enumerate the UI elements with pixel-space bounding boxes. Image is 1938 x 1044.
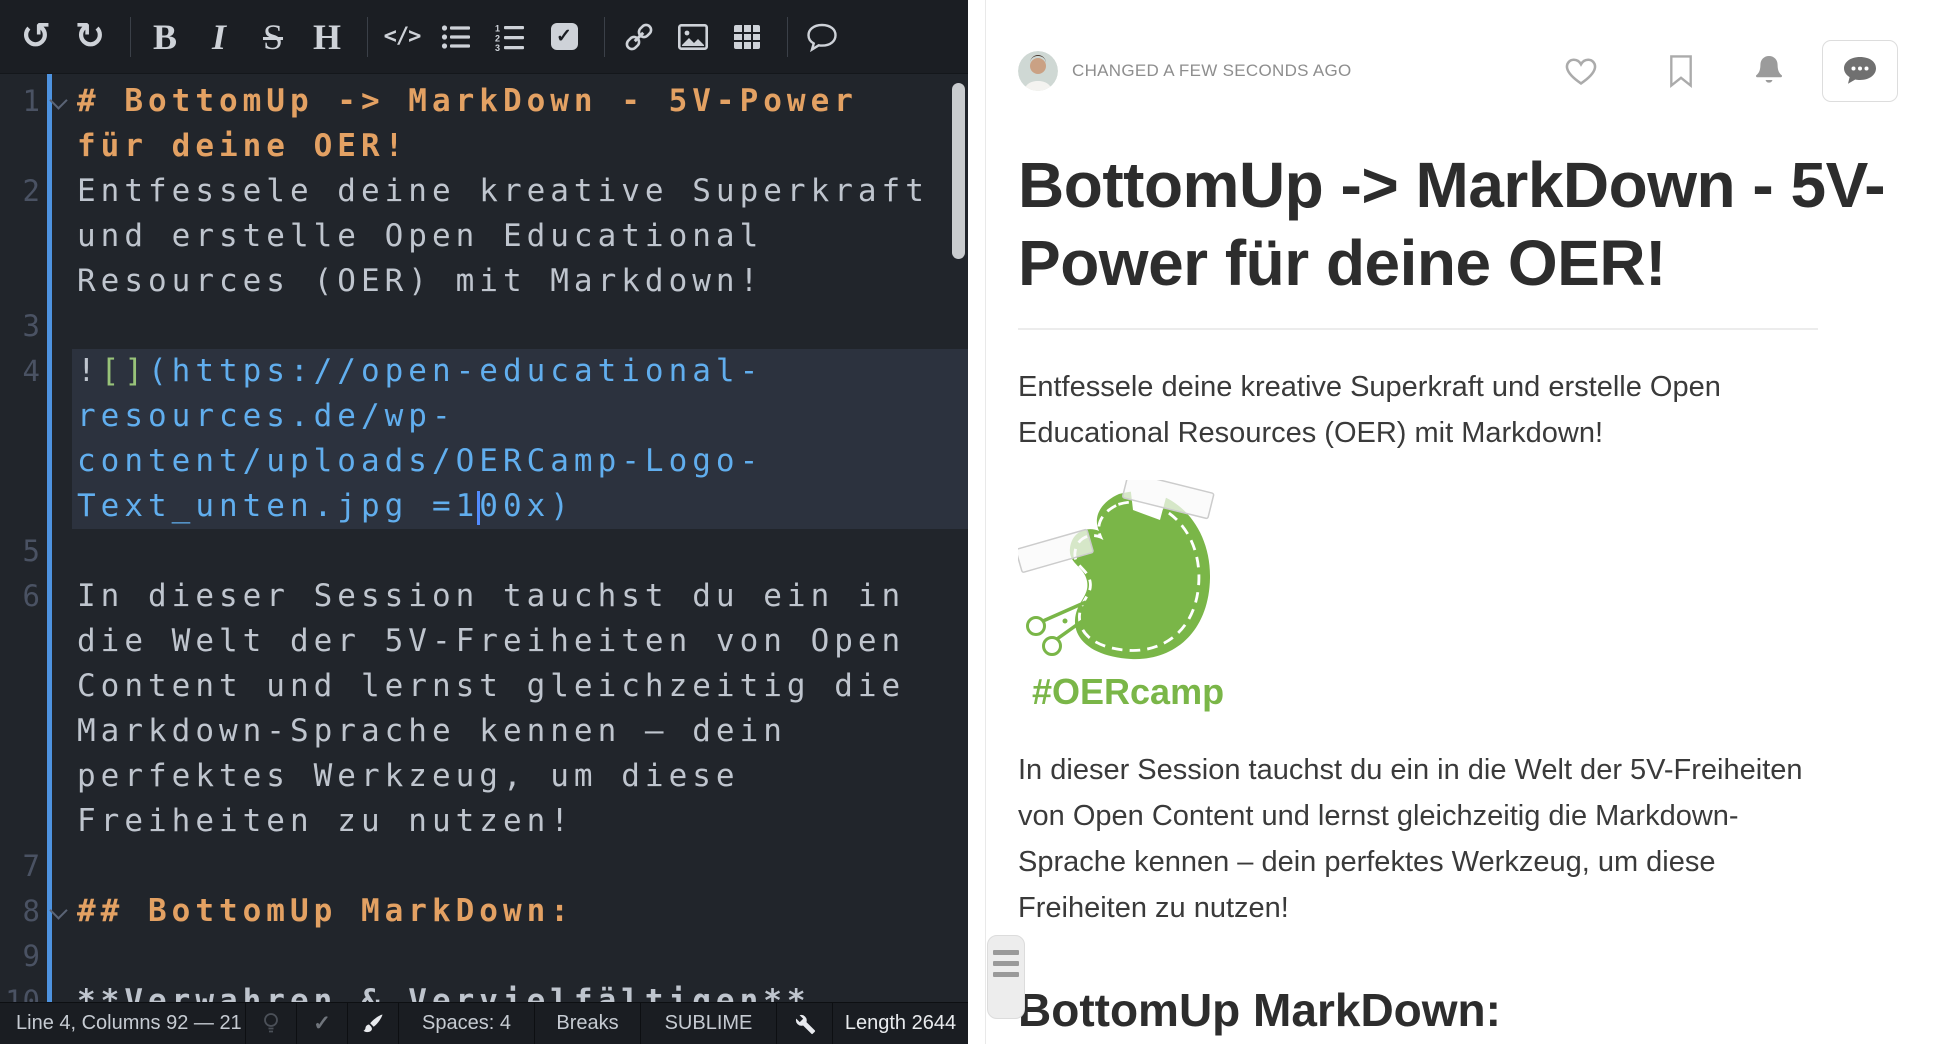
editor-scrollbar[interactable] [952,83,965,259]
editor-line-3[interactable]: 3 [0,304,968,349]
line-number: 5 [0,529,44,574]
editor-line-7[interactable]: 7 [0,844,968,889]
line-number: 3 [0,304,44,349]
oercamp-logo-image: #OERcamp [1018,480,1898,713]
toolbar-divider [604,17,605,57]
line-text: **Verwahren & Vervielfältigen** [72,979,968,1002]
undo-icon[interactable]: ↺ [12,13,60,61]
last-changed-label: CHANGED A FEW SECONDS AGO [1072,61,1352,81]
session-paragraph: In dieser Session tauchst du ein in die … [1018,747,1818,931]
indent-setting[interactable]: Spaces: 4 [399,1003,535,1044]
wrench-icon[interactable] [777,1003,833,1044]
table-icon[interactable] [723,13,771,61]
editor-body[interactable]: 1 # BottomUp -> MarkDown - 5V-Power für d… [0,74,968,1002]
cursor-position-status: Line 4, Columns 92 — 21 [0,1003,246,1044]
keymap-setting[interactable]: SUBLIME [641,1003,777,1044]
line-number: 4 [0,349,44,529]
line-text [72,844,968,889]
line-text: In dieser Session tauchst du ein in die … [72,574,968,844]
image-icon[interactable] [669,13,717,61]
line-number: 9 [0,934,44,979]
divider [1018,328,1818,330]
code-icon[interactable]: </> [378,13,426,61]
app-window: ↺↻BISH</>123✓ 1# BottomUp -> MarkDown - … [0,0,1938,1044]
editor-lines: 1 # BottomUp -> MarkDown - 5V-Power für d… [0,79,968,1002]
line-text: ![](https://open-educational-resources.d… [72,349,968,529]
preview-pane: CHANGED A FEW SECONDS AGO [985,0,1938,1044]
editor-line-4[interactable]: 4![](https://open-educational-resources.… [0,349,968,529]
line-number: 8 [0,889,44,934]
editor-pane: ↺↻BISH</>123✓ 1# BottomUp -> MarkDown - … [0,0,968,1044]
toolbar-divider [787,17,788,57]
svg-text:1: 1 [495,23,500,33]
heading-icon[interactable]: H [303,13,351,61]
spellcheck-icon[interactable]: ✓ [297,1003,348,1044]
editor-line-6[interactable]: 6In dieser Session tauchst du ein in die… [0,574,968,844]
editor-line-2[interactable]: 2Entfessele deine kreative Superkraft un… [0,169,968,304]
line-number: 1 [0,79,44,169]
svg-text:3: 3 [495,43,500,51]
line-number: 7 [0,844,44,889]
line-text [72,304,968,349]
toolbar-divider [367,17,368,57]
chat-bubble-icon [1840,54,1880,88]
split-resize-handle[interactable] [987,935,1025,1019]
brush-icon[interactable] [348,1003,399,1044]
line-number: 6 [0,574,44,844]
editor-line-5[interactable]: 5 [0,529,968,574]
unordered-list-icon[interactable] [432,13,480,61]
line-number: 10 [0,979,44,1002]
editor-line-1[interactable]: 1 # BottomUp -> MarkDown - 5V-Power für d… [0,79,968,169]
editor-toolbar: ↺↻BISH</>123✓ [0,0,968,74]
line-text: # BottomUp -> MarkDown - 5V-Power für de… [72,79,968,169]
link-icon[interactable] [615,13,663,61]
document-title: BottomUp -> MarkDown - 5V-Power für dein… [1018,146,1898,302]
bookmark-icon[interactable] [1666,53,1696,89]
svg-text:2: 2 [495,33,500,43]
line-text: ## BottomUp MarkDown: [72,889,968,934]
comments-button[interactable] [1822,40,1898,102]
ordered-list-icon[interactable]: 123 [486,13,534,61]
preview-header: CHANGED A FEW SECONDS AGO [1018,38,1898,104]
editor-statusbar: Line 4, Columns 92 — 21 ✓ Spaces: 4 Brea… [0,1002,968,1044]
lightbulb-icon[interactable] [246,1003,297,1044]
bold-icon[interactable]: B [141,13,189,61]
strikethrough-icon[interactable]: S [249,13,297,61]
section-heading: BottomUp MarkDown: [1018,983,1818,1037]
document-length-status: Length 2644 [833,1003,968,1044]
editor-line-8[interactable]: 8 ## BottomUp MarkDown: [0,889,968,934]
linebreak-setting[interactable]: Breaks [535,1003,641,1044]
editor-line-10[interactable]: 10 **Verwahren & Vervielfältigen** [0,979,968,1002]
redo-icon[interactable]: ↻ [66,13,114,61]
line-text [72,529,968,574]
comment-icon[interactable] [798,13,846,61]
task-list-icon[interactable]: ✓ [540,13,588,61]
preview-content: CHANGED A FEW SECONDS AGO [986,0,1938,1044]
bell-icon[interactable] [1752,53,1786,89]
line-text [72,934,968,979]
oercamp-logo-caption: #OERcamp [1032,671,1898,713]
authorship-color-bar [47,74,52,1002]
preview-actions [1562,40,1898,102]
line-number: 2 [0,169,44,304]
avatar[interactable] [1018,51,1058,91]
italic-icon[interactable]: I [195,13,243,61]
editor-line-9[interactable]: 9 [0,934,968,979]
intro-paragraph: Entfessele deine kreative Superkraft und… [1018,364,1818,456]
heart-icon[interactable] [1562,53,1600,89]
toolbar-divider [130,17,131,57]
line-text: Entfessele deine kreative Superkraft und… [72,169,968,304]
